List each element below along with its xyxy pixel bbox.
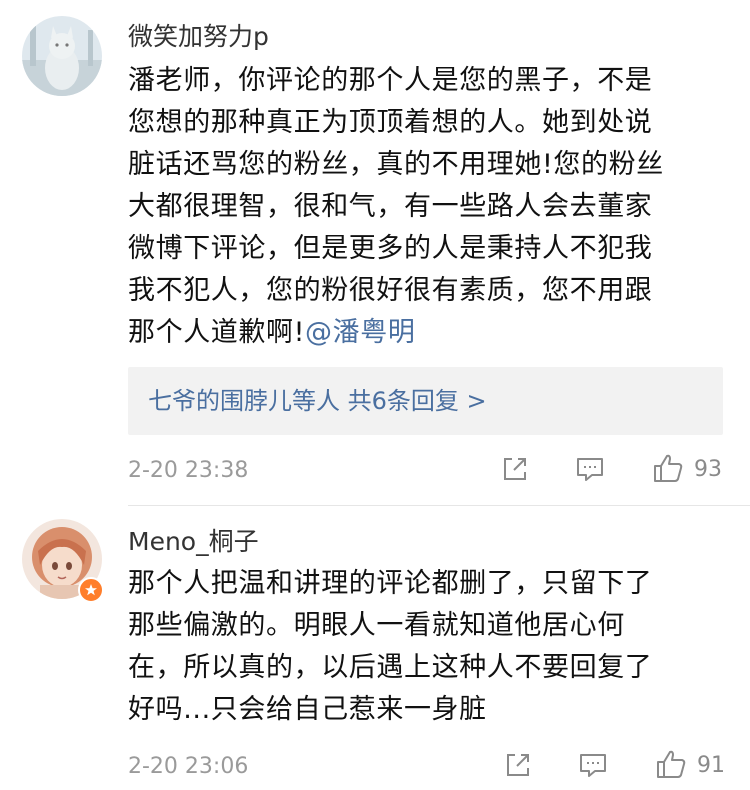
timestamp: 2-20 23:38 (128, 458, 249, 483)
comment-text-line: 那些偏激的。明眼人一看就知道他居心何 (128, 610, 625, 641)
share-icon[interactable] (503, 750, 533, 780)
comment-text-line: 脏话还骂您的粉丝，真的不用理她!您的粉丝 (128, 149, 664, 180)
comment-text-line: 那个人道歉啊!@潘粤明 (128, 312, 728, 354)
thumbs-up-icon[interactable] (652, 452, 684, 484)
comment-icon[interactable] (575, 454, 605, 484)
comment-item: Meno_桐子 那个人把温和讲理的评论都删了，只留下了 那些偏激的。明眼人一看就… (0, 505, 750, 790)
comment-item: 微笑加努力p 潘老师，你评论的那个人是您的黑子，不是 您想的那种真正为顶顶着想的… (0, 0, 750, 505)
avatar[interactable] (22, 16, 102, 96)
comment-text-line: 微博下评论，但是更多的人是秉持人不犯我 (128, 233, 653, 264)
reply-summary-link[interactable]: 七爷的围脖儿等人 共6条回复 > (148, 386, 487, 416)
comment-text-line: 那个人把温和讲理的评论都删了，只留下了 (128, 568, 653, 599)
comment-text-line: 好吗...只会给自己惹来一身脏 (128, 694, 487, 725)
comment-text: 潘老师，你评论的那个人是您的黑子，不是 您想的那种真正为顶顶着想的人。她到处说 … (128, 60, 728, 354)
comment-text: 那个人把温和讲理的评论都删了，只留下了 那些偏激的。明眼人一看就知道他居心何 在… (128, 563, 728, 731)
comment-icon[interactable] (578, 750, 608, 780)
comment-text-line: 潘老师，你评论的那个人是您的黑子，不是 (128, 65, 653, 96)
comment-text-line: 在，所以真的，以后遇上这种人不要回复了 (128, 652, 653, 683)
thumbs-up-icon[interactable] (655, 748, 687, 780)
replies-preview[interactable]: 七爷的围脖儿等人 共6条回复 > (128, 367, 723, 435)
like-count: 91 (697, 753, 725, 778)
like-count: 93 (694, 457, 722, 482)
vip-badge-icon (78, 577, 104, 603)
timestamp: 2-20 23:06 (128, 754, 249, 779)
username[interactable]: Meno_桐子 (128, 526, 259, 558)
share-icon[interactable] (500, 454, 530, 484)
comment-text-segment: 那个人道歉啊! (128, 317, 306, 348)
username[interactable]: 微笑加努力p (128, 21, 269, 53)
comment-text-line: 您想的那种真正为顶顶着想的人。她到处说 (128, 107, 653, 138)
comment-text-line: 大都很理智，很和气，有一些路人会去董家 (128, 191, 653, 222)
comment-text-line: 我不犯人，您的粉很好很有素质，您不用跟 (128, 275, 653, 306)
mention-link[interactable]: @潘粤明 (305, 317, 415, 348)
